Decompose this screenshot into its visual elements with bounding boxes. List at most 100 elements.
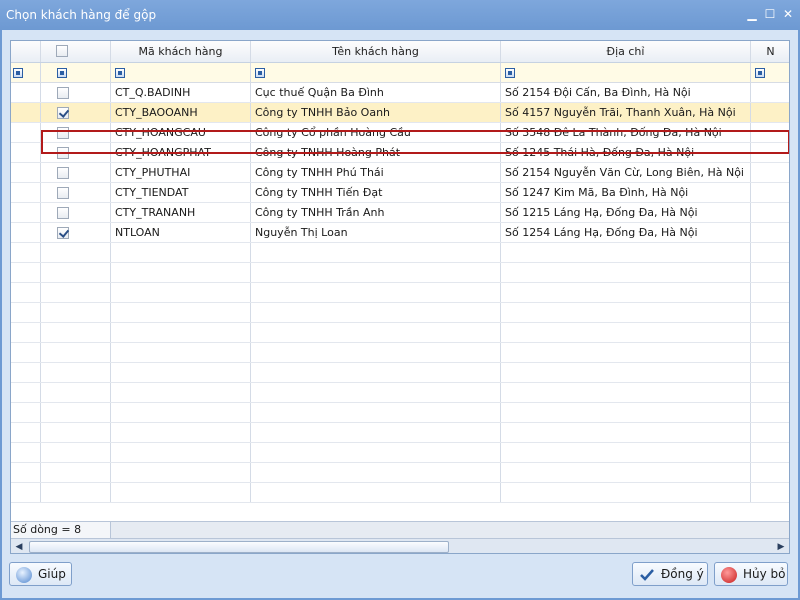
row-checkbox[interactable] [57, 187, 69, 199]
row-checkbox[interactable] [57, 227, 69, 239]
table-row[interactable]: NTLOAN Nguyễn Thị Loan Số 1254 Láng Hạ, Đố… [11, 223, 789, 243]
row-select-cell[interactable] [41, 163, 111, 182]
filter-next[interactable] [751, 63, 789, 82]
cell-ma-khach-hang[interactable]: CTY_HOANGCAU [111, 123, 251, 142]
cell-dia-chi[interactable]: Số 1254 Láng Hạ, Đống Đa, Hà Nội [501, 223, 751, 242]
cell-next[interactable] [751, 103, 789, 122]
table-row[interactable]: CT_Q.BADINH Cục thuế Quận Ba Đình Số 2154 … [11, 83, 789, 103]
minimize-icon[interactable]: ▁ [744, 6, 760, 22]
row-select-cell[interactable] [41, 143, 111, 162]
filter-ten-icon[interactable] [255, 68, 265, 78]
cell-dia-chi[interactable]: Số 1215 Láng Hạ, Đống Đa, Hà Nội [501, 203, 751, 222]
cell-ten-khach-hang[interactable]: Công ty TNHH Trần Anh [251, 203, 501, 222]
filter-ma[interactable] [111, 63, 251, 82]
cell-ma-khach-hang[interactable]: CT_Q.BADINH [111, 83, 251, 102]
row-select-cell[interactable] [41, 123, 111, 142]
cell-dia-chi[interactable]: Số 2154 Đội Cấn, Ba Đình, Hà Nội [501, 83, 751, 102]
filter-checkbox-icon[interactable] [57, 68, 67, 78]
cell-next[interactable] [751, 163, 789, 182]
filter-ma-icon[interactable] [115, 68, 125, 78]
cell-dia-chi[interactable]: Số 2154 Nguyễn Văn Cừ, Long Biên, Hà Nội [501, 163, 751, 182]
cell-ma-khach-hang[interactable]: NTLOAN [111, 223, 251, 242]
row-indicator[interactable] [11, 103, 41, 122]
cell-ten-khach-hang[interactable]: Công ty TNHH Phú Thái [251, 163, 501, 182]
maximize-icon[interactable]: ☐ [762, 6, 778, 22]
cell-ma-khach-hang[interactable]: CTY_BAOOANH [111, 103, 251, 122]
row-indicator[interactable] [11, 203, 41, 222]
cell-ma-khach-hang[interactable]: CTY_TIENDAT [111, 183, 251, 202]
header-dia-chi[interactable]: Địa chỉ [501, 41, 751, 62]
cell-ma-khach-hang[interactable]: CTY_PHUTHAI [111, 163, 251, 182]
empty-cell [111, 403, 251, 422]
filter-next-icon[interactable] [755, 68, 765, 78]
cell-ten-khach-hang[interactable]: Công ty Cổ phần Hoàng Cầu [251, 123, 501, 142]
cell-dia-chi[interactable]: Số 4157 Nguyễn Trãi, Thanh Xuân, Hà Nội [501, 103, 751, 122]
cancel-button[interactable]: Hủy bỏ [714, 562, 788, 586]
empty-cell [11, 323, 41, 342]
row-indicator[interactable] [11, 223, 41, 242]
row-checkbox[interactable] [57, 167, 69, 179]
cell-next[interactable] [751, 123, 789, 142]
cell-next[interactable] [751, 203, 789, 222]
row-select-cell[interactable] [41, 103, 111, 122]
header-ten-khach-hang[interactable]: Tên khách hàng [251, 41, 501, 62]
cell-ten-khach-hang[interactable]: Công ty TNHH Hoàng Phát [251, 143, 501, 162]
row-checkbox[interactable] [57, 147, 69, 159]
header-next-column[interactable]: N [751, 41, 789, 62]
table-row[interactable]: CTY_PHUTHAI Công ty TNHH Phú Thái Số 2154 … [11, 163, 789, 183]
row-select-cell[interactable] [41, 203, 111, 222]
empty-cell [11, 343, 41, 362]
cell-next[interactable] [751, 183, 789, 202]
cell-ten-khach-hang[interactable]: Nguyễn Thị Loan [251, 223, 501, 242]
cell-dia-chi[interactable]: Số 3548 Đê La Thành, Đống Đa, Hà Nội [501, 123, 751, 142]
table-row[interactable]: CTY_TIENDAT Công ty TNHH Tiến Đạt Số 1247 … [11, 183, 789, 203]
cell-ten-khach-hang[interactable]: Công ty TNHH Tiến Đạt [251, 183, 501, 202]
cell-dia-chi[interactable]: Số 1247 Kim Mã, Ba Đình, Hà Nội [501, 183, 751, 202]
empty-cell [751, 263, 789, 282]
help-button[interactable]: Giúp [9, 562, 72, 586]
row-checkbox[interactable] [57, 87, 69, 99]
row-indicator[interactable] [11, 143, 41, 162]
cell-ma-khach-hang[interactable]: CTY_HOANGPHAT [111, 143, 251, 162]
table-row[interactable]: CTY_HOANGPHAT Công ty TNHH Hoàng Phát Số 1… [11, 143, 789, 163]
cell-next[interactable] [751, 143, 789, 162]
empty-cell [501, 303, 751, 322]
select-all-checkbox[interactable] [56, 45, 68, 57]
row-indicator[interactable] [11, 163, 41, 182]
row-indicator[interactable] [11, 183, 41, 202]
row-indicator[interactable] [11, 83, 41, 102]
empty-cell [751, 383, 789, 402]
scroll-thumb[interactable] [29, 541, 449, 553]
row-select-cell[interactable] [41, 183, 111, 202]
row-indicator[interactable] [11, 123, 41, 142]
row-checkbox[interactable] [57, 107, 69, 119]
empty-row [11, 443, 789, 463]
cell-ma-khach-hang[interactable]: CTY_TRANANH [111, 203, 251, 222]
row-select-cell[interactable] [41, 83, 111, 102]
cell-next[interactable] [751, 223, 789, 242]
title-bar[interactable]: Chọn khách hàng để gộp ▁ ☐ ✕ [0, 0, 800, 30]
filter-ten[interactable] [251, 63, 501, 82]
header-select-all[interactable] [41, 41, 111, 62]
scroll-left-icon[interactable]: ◀ [11, 539, 27, 553]
cell-dia-chi[interactable]: Số 1245 Thái Hà, Đống Đa, Hà Nội [501, 143, 751, 162]
horizontal-scrollbar[interactable]: ◀ ▶ [11, 538, 789, 553]
table-row[interactable]: CTY_BAOOANH Công ty TNHH Bảo Oanh Số 4157 … [11, 103, 789, 123]
table-row[interactable]: CTY_HOANGCAU Công ty Cổ phần Hoàng Cầu Số … [11, 123, 789, 143]
cell-ten-khach-hang[interactable]: Cục thuế Quận Ba Đình [251, 83, 501, 102]
scroll-right-icon[interactable]: ▶ [773, 539, 789, 553]
row-select-cell[interactable] [41, 223, 111, 242]
filter-dia-chi-icon[interactable] [505, 68, 515, 78]
filter-dia-chi[interactable] [501, 63, 751, 82]
filter-icon[interactable] [13, 68, 23, 78]
close-icon[interactable]: ✕ [780, 6, 796, 22]
row-checkbox[interactable] [57, 207, 69, 219]
row-checkbox[interactable] [57, 127, 69, 139]
empty-row [11, 343, 789, 363]
cell-ten-khach-hang[interactable]: Công ty TNHH Bảo Oanh [251, 103, 501, 122]
empty-cell [11, 363, 41, 382]
table-row[interactable]: CTY_TRANANH Công ty TNHH Trần Anh Số 1215 … [11, 203, 789, 223]
cell-next[interactable] [751, 83, 789, 102]
header-ma-khach-hang[interactable]: Mã khách hàng [111, 41, 251, 62]
ok-button[interactable]: Đồng ý [632, 562, 708, 586]
